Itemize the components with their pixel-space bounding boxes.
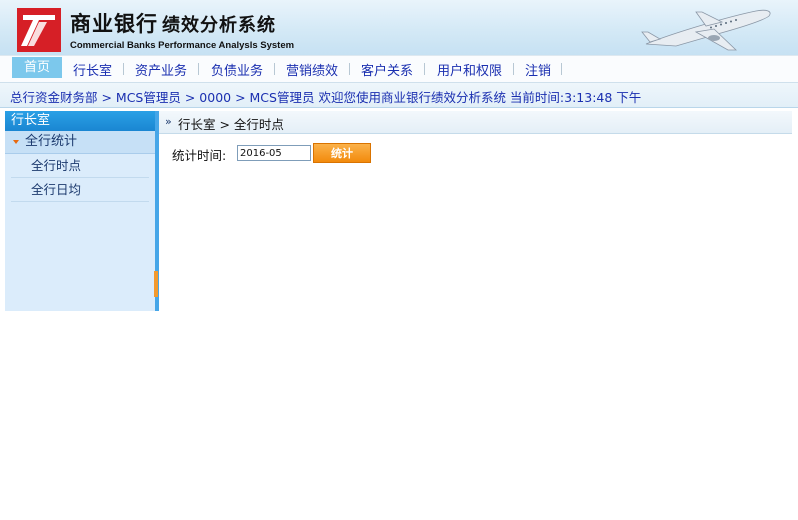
sidebar-item-bank-point-in-time[interactable]: 全行时点 xyxy=(11,154,149,178)
nav-asset-business[interactable]: 资产业务 xyxy=(135,60,187,79)
app-title-main: 商业银行 xyxy=(70,12,158,36)
nav-divider xyxy=(123,63,124,75)
nav-liability-business[interactable]: 负债业务 xyxy=(211,60,263,79)
nav-marketing-performance[interactable]: 营销绩效 xyxy=(286,60,338,79)
bank-logo-icon xyxy=(17,8,61,52)
user-info-text: 总行资金财务部 > MCS管理员 > 0000 > MCS管理员 欢迎您使用商业… xyxy=(10,90,642,105)
double-chevron-right-icon: » xyxy=(165,115,172,128)
sidebar-toggle-handle[interactable] xyxy=(154,271,158,297)
nav-divider xyxy=(561,63,562,75)
app-title-sub: 绩效分析系统 xyxy=(162,15,276,36)
sidebar-group-label: 全行统计 xyxy=(25,134,78,149)
nav-divider xyxy=(424,63,425,75)
nav-divider xyxy=(274,63,275,75)
sidebar-title: 行长室 xyxy=(5,111,155,131)
sidebar: 行长室 全行统计 全行时点 全行日均 xyxy=(5,111,155,311)
airplane-icon xyxy=(641,9,771,51)
sidebar-item-bank-daily-average[interactable]: 全行日均 xyxy=(11,178,149,202)
nav-customer-relations[interactable]: 客户关系 xyxy=(361,60,413,79)
nav-users-permissions[interactable]: 用户和权限 xyxy=(437,60,502,79)
header-banner: 商业银行 绩效分析系统 Commercial Banks Performance … xyxy=(0,0,798,55)
collapse-arrow-icon xyxy=(13,140,19,144)
stat-time-label: 统计时间: xyxy=(172,148,227,163)
app-title: 商业银行 绩效分析系统 xyxy=(70,8,276,38)
main-nav: 首页 行长室 资产业务 负债业务 营销绩效 客户关系 用户和权限 注销 xyxy=(0,55,798,84)
stat-date-input[interactable] xyxy=(237,145,311,161)
app-title-english: Commercial Banks Performance Analysls Sy… xyxy=(70,40,295,51)
nav-divider xyxy=(349,63,350,75)
content-breadcrumb-text: 行长室 > 全行时点 xyxy=(178,117,284,132)
nav-home[interactable]: 首页 xyxy=(12,57,63,78)
content-breadcrumb: » 行长室 > 全行时点 xyxy=(159,111,792,134)
nav-president-office[interactable]: 行长室 xyxy=(73,60,112,79)
stat-button[interactable]: 统计 xyxy=(313,143,371,163)
nav-divider xyxy=(198,63,199,75)
nav-divider xyxy=(513,63,514,75)
nav-logout[interactable]: 注销 xyxy=(525,60,551,79)
sidebar-group-bank-stats[interactable]: 全行统计 xyxy=(5,131,155,154)
user-info-bar: 总行资金财务部 > MCS管理员 > 0000 > MCS管理员 欢迎您使用商业… xyxy=(0,83,798,108)
